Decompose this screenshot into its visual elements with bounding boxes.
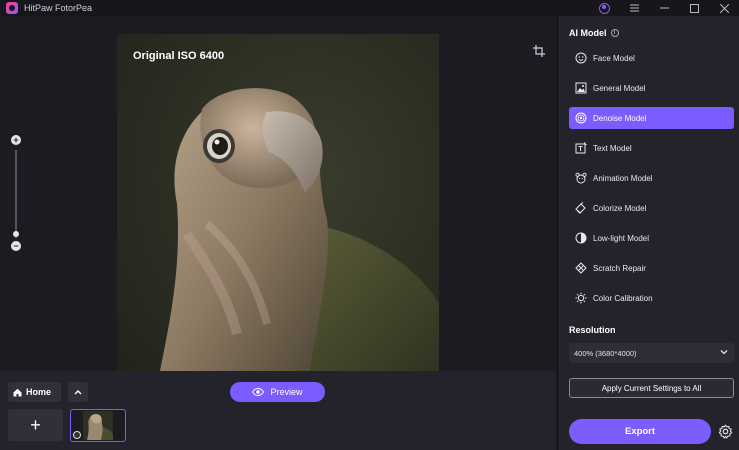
user-account-button[interactable] — [589, 0, 619, 16]
home-icon — [13, 388, 22, 396]
eye-icon — [252, 388, 265, 396]
model-item-animation[interactable]: Animation Model — [569, 167, 734, 189]
home-button[interactable]: Home — [8, 382, 61, 402]
crop-icon[interactable] — [533, 45, 545, 57]
low-light-icon — [575, 232, 587, 244]
model-label: Face Model — [593, 53, 635, 63]
model-item-low-light[interactable]: Low-light Model — [569, 227, 734, 249]
resolution-title: Resolution — [569, 325, 616, 335]
model-label: Color Calibration — [593, 293, 653, 303]
gear-icon[interactable] — [718, 424, 733, 439]
zoom-slider-handle[interactable] — [13, 231, 19, 237]
model-label: Scratch Repair — [593, 263, 646, 273]
preview-button[interactable]: Preview — [230, 382, 325, 402]
model-item-general[interactable]: General Model — [569, 77, 734, 99]
apply-to-all-button[interactable]: Apply Current Settings to All — [569, 378, 734, 398]
minimize-button[interactable] — [649, 0, 679, 16]
face-icon — [575, 52, 587, 64]
close-button[interactable] — [709, 0, 739, 16]
model-label: Denoise Model — [593, 113, 647, 123]
resolution-select[interactable]: 400% (3680*4000) — [569, 343, 734, 363]
chevron-up-icon — [74, 390, 82, 395]
model-label: Colorize Model — [593, 203, 647, 213]
close-icon — [719, 3, 729, 13]
home-label: Home — [26, 387, 52, 397]
animation-icon — [575, 172, 587, 184]
model-label: General Model — [593, 83, 646, 93]
resolution-value: 400% (3680*4000) — [574, 348, 637, 358]
app-logo-icon — [6, 2, 18, 14]
thumbnail-image — [83, 411, 113, 440]
maximize-button[interactable] — [679, 0, 709, 16]
text-icon — [575, 142, 587, 154]
model-item-color-calibration[interactable]: Color Calibration — [569, 287, 734, 309]
color-calibration-icon — [575, 292, 587, 304]
menu-button[interactable] — [619, 0, 649, 16]
info-icon[interactable]: i — [610, 29, 619, 37]
model-list: Face Model General Model Denoise Model T… — [569, 47, 734, 317]
add-image-button[interactable]: + — [8, 409, 63, 441]
bottom-strip: Home Preview + — [0, 371, 556, 450]
photo-label: Original ISO 6400 — [133, 50, 225, 62]
photo-preview[interactable]: Original ISO 6400 — [117, 34, 439, 386]
model-item-denoise[interactable]: Denoise Model — [569, 107, 734, 129]
maximize-icon — [689, 3, 699, 13]
parrot-photo — [117, 34, 439, 386]
canvas-area[interactable]: Original ISO 6400 — [0, 16, 556, 386]
colorize-icon — [575, 202, 586, 214]
model-label: Text Model — [593, 143, 632, 153]
user-icon — [598, 2, 610, 14]
menu-icon — [629, 4, 639, 12]
zoom-slider-track[interactable] — [15, 150, 17, 238]
collapse-button[interactable] — [68, 382, 88, 402]
right-panel: AI Model i Face Model General Model Deno… — [557, 16, 739, 450]
image-thumbnail[interactable] — [70, 409, 126, 442]
preview-label: Preview — [270, 387, 303, 397]
ai-model-title: AI Model — [569, 28, 607, 38]
chevron-down-icon — [720, 350, 728, 355]
denoise-icon — [575, 112, 587, 124]
image-icon — [575, 82, 587, 94]
zoom-in-button[interactable]: + — [11, 135, 21, 145]
ai-model-heading: AI Model i — [569, 28, 619, 38]
model-label: Animation Model — [593, 173, 653, 183]
title-bar: HitPaw FotorPea — [0, 0, 739, 16]
model-item-scratch-repair[interactable]: Scratch Repair — [569, 257, 734, 279]
model-item-colorize[interactable]: Colorize Model — [569, 197, 734, 219]
scratch-repair-icon — [575, 262, 587, 274]
model-item-face[interactable]: Face Model — [569, 47, 734, 69]
app-title: HitPaw FotorPea — [24, 3, 93, 13]
zoom-out-button[interactable]: − — [11, 241, 21, 251]
model-label: Low-light Model — [593, 233, 650, 243]
export-button[interactable]: Export — [569, 419, 711, 444]
denoise-badge-icon — [73, 431, 81, 439]
model-item-text[interactable]: Text Model — [569, 137, 734, 159]
minimize-icon — [659, 7, 669, 9]
